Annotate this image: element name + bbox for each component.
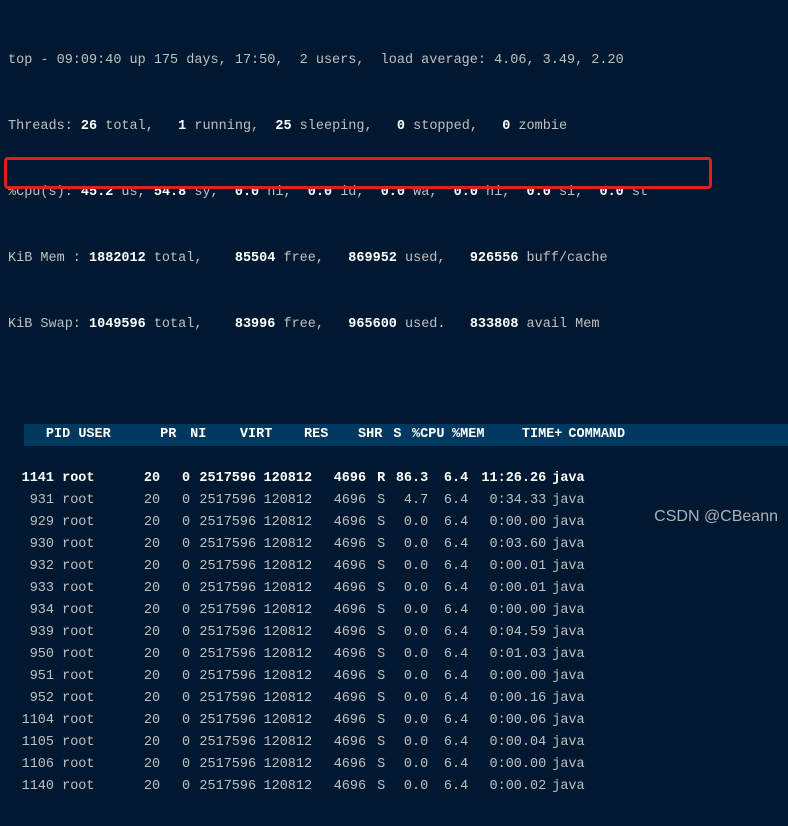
process-row: 1106 root20025175961208124696 S0.06.40:0… <box>8 754 780 776</box>
process-row: 1140 root20025175961208124696 S0.06.40:0… <box>8 776 780 798</box>
process-row: 933 root20025175961208124696 S0.06.40:00… <box>8 578 780 600</box>
summary-line-1: top - 09:09:40 up 175 days, 17:50, 2 use… <box>8 50 780 72</box>
process-row: 930 root20025175961208124696 S0.06.40:03… <box>8 534 780 556</box>
column-header: PID USERPRNIVIRTRESSHR S%CPU%MEMTIME+COM… <box>24 424 788 446</box>
process-row: 1141 root20025175961208124696 R86.36.411… <box>8 468 780 490</box>
watermark: CSDN @CBeann <box>654 506 778 528</box>
process-row: 951 root20025175961208124696 S0.06.40:00… <box>8 666 780 688</box>
process-row: 934 root20025175961208124696 S0.06.40:00… <box>8 600 780 622</box>
summary-line-4: KiB Mem : 1882012 total, 85504 free, 869… <box>8 248 780 270</box>
process-row: 932 root20025175961208124696 S0.06.40:00… <box>8 556 780 578</box>
process-row: 939 root20025175961208124696 S0.06.40:04… <box>8 622 780 644</box>
process-row: 1105 root20025175961208124696 S0.06.40:0… <box>8 732 780 754</box>
process-row: 1104 root20025175961208124696 S0.06.40:0… <box>8 710 780 732</box>
summary-line-3: %Cpu(s): 45.2 us, 54.8 sy, 0.0 ni, 0.0 i… <box>8 182 780 204</box>
terminal-output: top - 09:09:40 up 175 days, 17:50, 2 use… <box>0 0 788 826</box>
process-row: 952 root20025175961208124696 S0.06.40:00… <box>8 688 780 710</box>
summary-line-5: KiB Swap: 1049596 total, 83996 free, 965… <box>8 314 780 336</box>
process-row: 950 root20025175961208124696 S0.06.40:01… <box>8 644 780 666</box>
summary-line-2: Threads: 26 total, 1 running, 25 sleepin… <box>8 116 780 138</box>
blank-line <box>8 380 780 402</box>
